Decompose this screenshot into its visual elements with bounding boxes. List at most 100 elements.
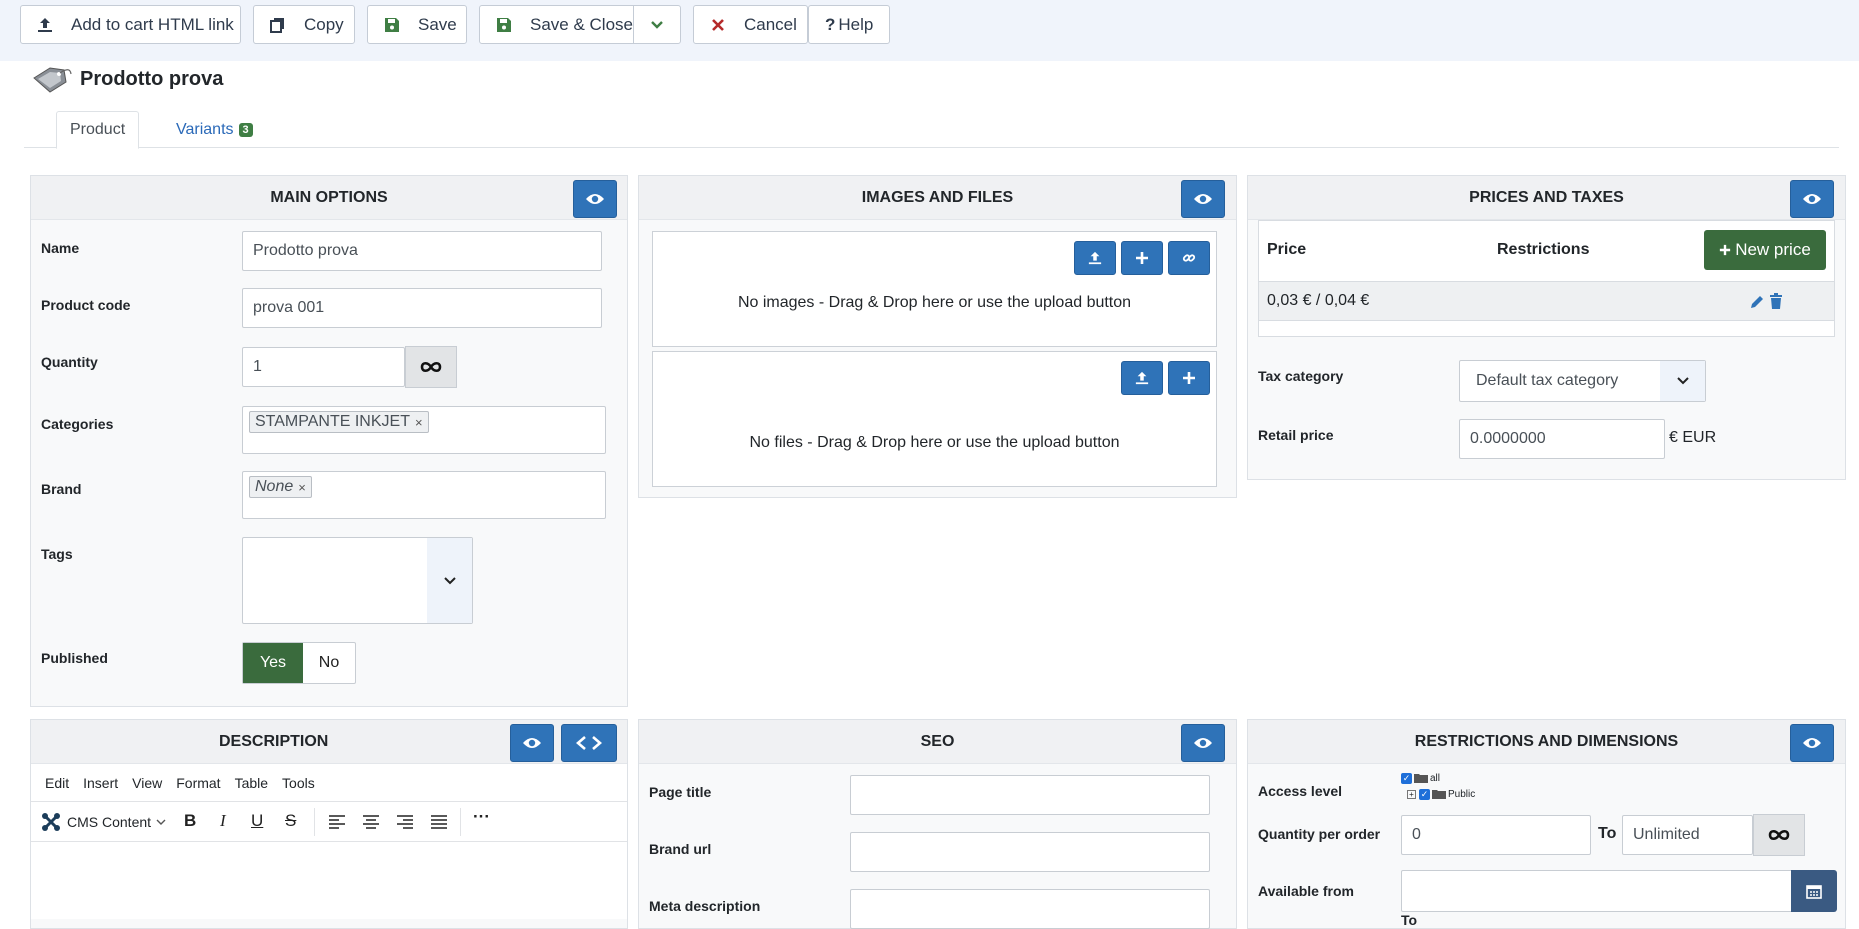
link-image-button[interactable] xyxy=(1168,241,1210,275)
prices-table: Price Restrictions New price 0,03 € / 0,… xyxy=(1258,220,1835,337)
toggle-visibility-button[interactable] xyxy=(1790,180,1834,218)
access-level-tree: ✓ all + ✓ Public xyxy=(1401,770,1475,802)
underline-icon[interactable]: U xyxy=(251,811,263,831)
align-justify-icon[interactable] xyxy=(431,815,447,829)
available-from-field[interactable] xyxy=(1401,870,1793,912)
new-price-button[interactable]: New price xyxy=(1704,230,1826,270)
checkbox-checked-icon[interactable]: ✓ xyxy=(1401,772,1412,784)
tags-dropdown-toggle[interactable] xyxy=(427,538,472,623)
retail-price-field[interactable]: 0.0000000 xyxy=(1459,419,1665,459)
tags-select[interactable] xyxy=(242,537,473,624)
published-label: Published xyxy=(41,650,108,666)
infinity-icon xyxy=(1768,829,1790,841)
tab-product[interactable]: Product xyxy=(56,111,140,149)
tab-variants[interactable]: Variants 3 xyxy=(163,111,266,149)
tree-node-all: ✓ all xyxy=(1401,770,1475,786)
menu-view[interactable]: View xyxy=(132,775,162,791)
copy-button[interactable]: Copy xyxy=(253,5,355,44)
meta-description-field[interactable] xyxy=(850,889,1210,929)
new-price-label: New price xyxy=(1735,240,1811,259)
divider xyxy=(314,808,315,836)
restrictions-dimensions-panel: RESTRICTIONS AND DIMENSIONS Access level… xyxy=(1247,719,1846,929)
remove-icon[interactable]: × xyxy=(298,480,306,495)
unlimited-quantity-button[interactable] xyxy=(1753,814,1805,856)
panel-header: IMAGES AND FILES xyxy=(639,176,1236,220)
quantity-field[interactable]: 1 xyxy=(242,347,405,387)
categories-select[interactable]: STAMPANTE INKJET × xyxy=(242,406,606,454)
remove-icon[interactable]: × xyxy=(415,415,423,430)
no-images-text: No images - Drag & Drop here or use the … xyxy=(737,294,1132,311)
add-to-cart-label: Add to cart HTML link xyxy=(71,14,234,34)
date-picker-button[interactable] xyxy=(1791,870,1837,912)
max-quantity-field[interactable]: Unlimited xyxy=(1622,815,1753,855)
published-yes-option[interactable]: Yes xyxy=(243,643,303,683)
brand-select[interactable]: None × xyxy=(242,471,606,519)
seo-panel: SEO Page title Brand url Meta descriptio… xyxy=(638,719,1237,929)
available-from-label: Available from xyxy=(1258,883,1354,899)
close-icon xyxy=(710,17,726,33)
save-button[interactable]: Save xyxy=(367,5,467,44)
description-panel: DESCRIPTION Edit Insert View Format Tabl… xyxy=(30,719,628,929)
toggle-visibility-button[interactable] xyxy=(510,724,554,762)
align-right-icon[interactable] xyxy=(397,815,413,829)
no-files-text: No files - Drag & Drop here or use the u… xyxy=(749,434,1120,451)
tax-category-select[interactable]: Default tax category xyxy=(1459,360,1706,402)
italic-icon[interactable]: I xyxy=(220,811,226,831)
cms-content-dropdown[interactable]: CMS Content xyxy=(40,811,166,833)
price-tag-icon xyxy=(33,67,72,93)
images-dropzone[interactable]: No images - Drag & Drop here or use the … xyxy=(652,231,1217,347)
add-image-button[interactable] xyxy=(1121,241,1163,275)
more-icon[interactable]: ··· xyxy=(473,807,490,827)
unlimited-quantity-button[interactable] xyxy=(405,346,457,388)
bold-icon[interactable]: B xyxy=(184,811,196,831)
help-button[interactable]: ? Help xyxy=(808,5,890,44)
page-title-field[interactable] xyxy=(850,775,1210,815)
min-quantity-field[interactable]: 0 xyxy=(1401,815,1591,855)
expand-icon[interactable]: + xyxy=(1407,789,1416,799)
tax-dropdown-toggle[interactable] xyxy=(1660,361,1705,401)
align-left-icon[interactable] xyxy=(329,815,345,829)
chevron-down-icon xyxy=(443,576,456,584)
brand-chip: None × xyxy=(249,476,312,498)
meta-description-label: Meta description xyxy=(649,898,761,914)
plus-icon xyxy=(1720,244,1731,256)
brand-label: Brand xyxy=(41,481,82,497)
price-value: 0,03 € / 0,04 € xyxy=(1267,292,1370,309)
menu-edit[interactable]: Edit xyxy=(45,775,69,791)
panel-title: MAIN OPTIONS xyxy=(270,188,388,206)
eye-icon xyxy=(1194,738,1212,748)
toggle-visibility-button[interactable] xyxy=(573,180,617,218)
toggle-visibility-button[interactable] xyxy=(1790,724,1834,762)
upload-icon xyxy=(1088,251,1102,265)
menu-table[interactable]: Table xyxy=(235,775,268,791)
save-close-button[interactable]: Save & Close xyxy=(480,6,633,43)
code-view-button[interactable] xyxy=(561,724,617,762)
save-options-dropdown[interactable] xyxy=(634,6,680,43)
page-header: Prodotto prova xyxy=(30,64,223,94)
cancel-button[interactable]: Cancel xyxy=(693,5,808,44)
upload-file-button[interactable] xyxy=(1121,361,1163,395)
copy-icon xyxy=(270,17,286,33)
upload-image-button[interactable] xyxy=(1074,241,1116,275)
tags-label: Tags xyxy=(41,546,73,562)
files-dropzone[interactable]: No files - Drag & Drop here or use the u… xyxy=(652,351,1217,487)
link-icon xyxy=(1182,254,1196,262)
toggle-visibility-button[interactable] xyxy=(1181,724,1225,762)
published-no-option[interactable]: No xyxy=(303,643,355,683)
panel-title: DESCRIPTION xyxy=(219,732,329,750)
strikethrough-icon[interactable]: S xyxy=(285,811,296,831)
brand-url-field[interactable] xyxy=(850,832,1210,872)
checkbox-checked-icon[interactable]: ✓ xyxy=(1419,788,1430,800)
menu-tools[interactable]: Tools xyxy=(282,775,315,791)
add-to-cart-html-link-button[interactable]: Add to cart HTML link xyxy=(20,5,241,44)
product-code-field[interactable]: prova 001 xyxy=(242,288,602,328)
name-field[interactable]: Prodotto prova xyxy=(242,231,602,271)
trash-icon[interactable] xyxy=(1769,293,1783,310)
toggle-visibility-button[interactable] xyxy=(1181,180,1225,218)
menu-format[interactable]: Format xyxy=(176,775,220,791)
align-center-icon[interactable] xyxy=(363,815,379,829)
panel-header: PRICES AND TAXES xyxy=(1248,176,1845,220)
add-file-button[interactable] xyxy=(1168,361,1210,395)
edit-icon[interactable] xyxy=(1749,294,1765,310)
menu-insert[interactable]: Insert xyxy=(83,775,118,791)
